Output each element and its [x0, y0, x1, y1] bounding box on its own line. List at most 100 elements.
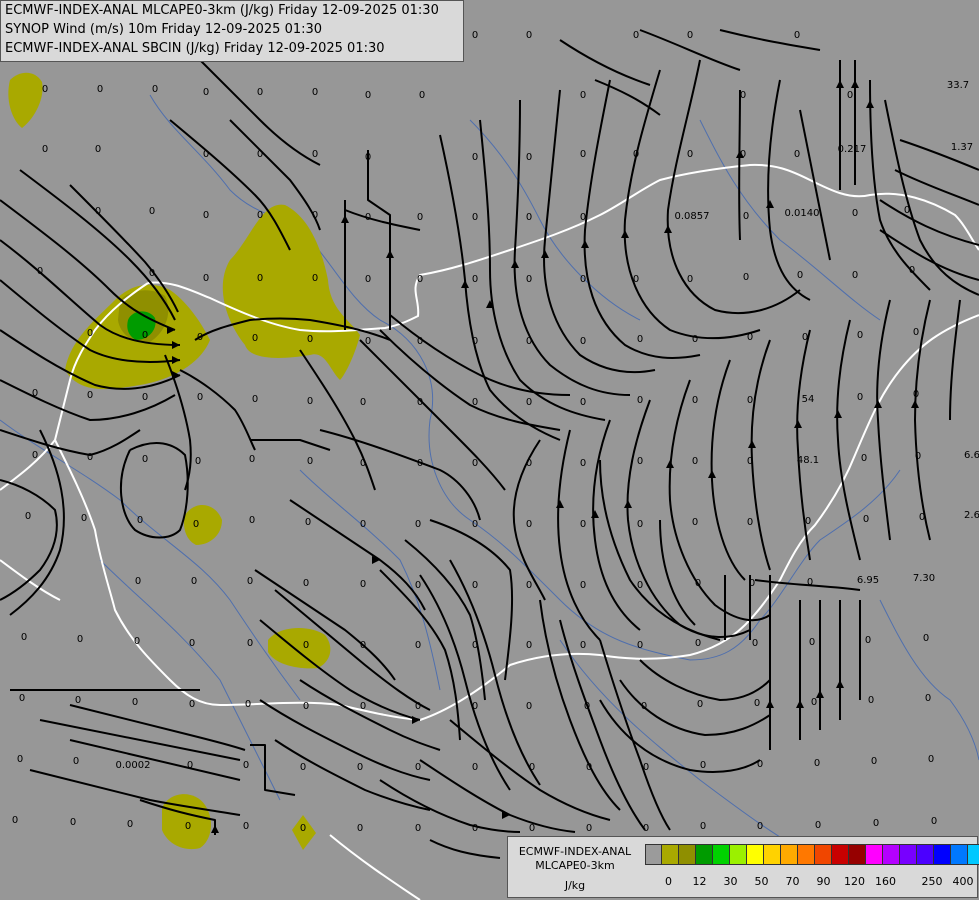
- cape-value-label: 0: [586, 762, 592, 773]
- cape-value-label: 0: [637, 519, 643, 530]
- cape-value-label: 0: [584, 701, 590, 712]
- cape-value-label: 0: [415, 823, 421, 834]
- cape-value-label: 0: [365, 90, 371, 101]
- cape-value-label: 0.0002: [116, 760, 151, 771]
- cape-value-label: 0: [247, 576, 253, 587]
- cape-value-label: 0: [19, 693, 25, 704]
- cape-value-label: 0: [692, 395, 698, 406]
- cape-value-label: 0: [472, 701, 478, 712]
- legend-tick-label: 0: [665, 875, 672, 888]
- legend-swatch: [849, 844, 866, 865]
- cape-value-label: 0: [312, 273, 318, 284]
- cape-value-label: 0: [21, 632, 27, 643]
- cape-value-label: 0: [415, 762, 421, 773]
- cape-value-label: 0: [417, 274, 423, 285]
- cape-value-label: 0: [526, 640, 532, 651]
- cape-value-label: 0: [187, 760, 193, 771]
- cape-value-label: 0: [257, 87, 263, 98]
- legend-tick-label: 160: [875, 875, 896, 888]
- cape-value-label: 0: [149, 206, 155, 217]
- cape-value-label: 0: [633, 274, 639, 285]
- cape-value-label: 0: [931, 816, 937, 827]
- weather-map: 0 0 0 0 0 0 0 0 0 0 0 0 0 0 0 0 0 0 0 0 0 0 0 0 0 0 0 0 0 0.217 33.7 1.…: [0, 29, 979, 900]
- cape-value-label: 0: [700, 760, 706, 771]
- cape-value-label: 0: [749, 578, 755, 589]
- cape-value-label: 0: [526, 519, 532, 530]
- cape-value-label: 0: [415, 580, 421, 591]
- cape-value-label: 0: [472, 397, 478, 408]
- legend-swatch: [832, 844, 849, 865]
- cape-value-label: 0: [687, 149, 693, 160]
- cape-value-label: 0: [203, 87, 209, 98]
- cape-value-label: 0: [580, 336, 586, 347]
- legend-ticks: 0 12 30 50 70 90 120 160 250 400: [645, 875, 975, 889]
- legend-swatch: [645, 844, 662, 865]
- cape-value-label: 0: [925, 693, 931, 704]
- cape-value-label: 0: [137, 515, 143, 526]
- header-line-cin: ECMWF-INDEX-ANAL SBCIN (J/kg) Friday 12-…: [5, 41, 385, 56]
- cape-value-label: 0: [312, 210, 318, 221]
- cape-value-label: 0: [692, 456, 698, 467]
- legend-swatch: [747, 844, 764, 865]
- cape-value-label: 0: [633, 149, 639, 160]
- cape-value-label: 0: [365, 212, 371, 223]
- cape-value-label: 0: [919, 512, 925, 523]
- legend-swatch: [798, 844, 815, 865]
- cape-value-label: 0: [252, 333, 258, 344]
- cape-value-label: 0: [70, 817, 76, 828]
- cape-value-label: 0: [637, 640, 643, 651]
- cape-value-label: 0: [747, 456, 753, 467]
- legend-swatch: [900, 844, 917, 865]
- cape-value-label: 0: [747, 517, 753, 528]
- cape-value-label: 0: [847, 90, 853, 101]
- wind-streamlines: [0, 29, 979, 859]
- legend-title-param: MLCAPE0-3km: [535, 859, 615, 872]
- legend-color-bar: [645, 844, 979, 865]
- cape-value-label: 0: [472, 274, 478, 285]
- cape-value-label: 0: [357, 762, 363, 773]
- cape-value-label: 0: [193, 519, 199, 530]
- cape-value-label: 0: [692, 334, 698, 345]
- cape-value-label: 0: [472, 580, 478, 591]
- cape-value-label: 0: [814, 758, 820, 769]
- cape-value-label: 0: [249, 454, 255, 465]
- cape-value-label: 0: [417, 458, 423, 469]
- cape-value-label: 0: [641, 701, 647, 712]
- cape-value-label: 0: [17, 754, 23, 765]
- cape-value-label: 33.7: [947, 80, 969, 91]
- legend-swatch: [781, 844, 798, 865]
- cape-value-label: 0: [580, 519, 586, 530]
- cape-value-label: 0: [580, 149, 586, 160]
- cape-value-label: 0: [580, 640, 586, 651]
- cape-value-label: 0: [754, 698, 760, 709]
- legend-swatch: [662, 844, 679, 865]
- cape-value-label: 0: [687, 30, 693, 41]
- cape-value-label: 0: [472, 762, 478, 773]
- map-header: ECMWF-INDEX-ANAL MLCAPE0-3km (J/kg) Frid…: [0, 0, 464, 62]
- cape-value-label: 0: [743, 272, 749, 283]
- cape-value-label: 0: [417, 336, 423, 347]
- cape-value-label: 0: [365, 152, 371, 163]
- cape-value-label: 0: [32, 388, 38, 399]
- cape-value-label: 0: [913, 389, 919, 400]
- cape-value-label: 0: [75, 695, 81, 706]
- cape-value-label: 0: [300, 762, 306, 773]
- legend-tick-label: 70: [785, 875, 800, 888]
- cape-value-label: 0: [12, 815, 18, 826]
- cape-value-label: 6.95: [857, 575, 879, 586]
- cape-value-label: 0: [42, 84, 48, 95]
- cape-value-label: 0: [580, 90, 586, 101]
- cape-value-label: 0: [923, 633, 929, 644]
- cape-value-label: 0: [77, 634, 83, 645]
- cape-value-label: 0: [526, 397, 532, 408]
- cape-value-label: 0: [32, 450, 38, 461]
- cape-value-label: 0: [865, 635, 871, 646]
- cape-value-label: 0: [580, 458, 586, 469]
- cape-value-labels: 0 0 0 0 0 0 0 0 0 0 0 0 0 0 0 0 0 0 0 0 0 0 0 0 0 0 0 0 0 0.217 33.7 1.…: [12, 30, 979, 834]
- cape-value-label: 0: [743, 211, 749, 222]
- cape-value-label: 0: [189, 699, 195, 710]
- cape-value-label: 0: [868, 695, 874, 706]
- cape-value-label: 0: [909, 265, 915, 276]
- legend-swatch: [951, 844, 968, 865]
- cape-value-label: 0: [189, 638, 195, 649]
